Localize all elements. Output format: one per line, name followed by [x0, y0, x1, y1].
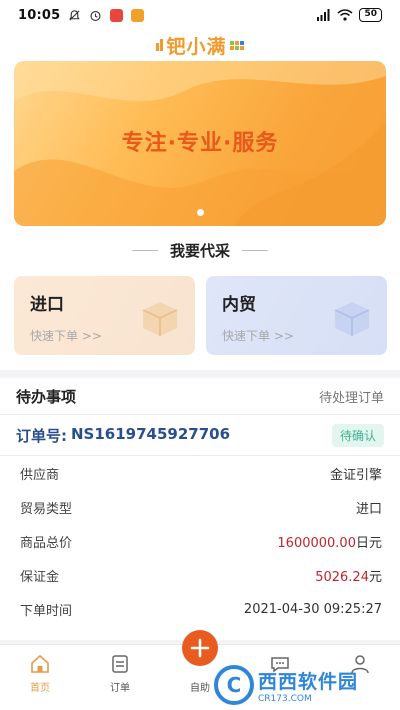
logo-dots-icon	[229, 40, 244, 50]
logo-text: 钯小满	[166, 35, 227, 58]
tab-self-service-label: 自助	[190, 683, 210, 694]
orders-icon	[112, 655, 128, 673]
add-order-button[interactable]	[182, 630, 218, 666]
todo-title: 待办事项	[16, 387, 77, 406]
carousel-indicator-dot[interactable]	[197, 209, 204, 216]
app-notification-icon	[110, 8, 124, 22]
home-icon	[31, 654, 49, 673]
logo-bars-icon	[156, 39, 164, 51]
status-badge: 待确认	[331, 423, 384, 447]
battery-indicator: 50	[359, 8, 382, 22]
todo-header: 待办事项 待处理订单	[0, 378, 400, 414]
total-price-value: 1600000.00日元	[277, 532, 382, 551]
package-box-icon	[142, 302, 178, 336]
supplier-label: 供应商	[20, 467, 60, 483]
detail-row-trade-type: 贸易类型 进口	[0, 490, 400, 524]
app-logo: 钯小满	[156, 32, 244, 59]
tab-home[interactable]: 首页	[0, 645, 80, 710]
detail-row-deposit: 保证金 5026.24元	[0, 558, 400, 592]
order-header[interactable]: 订单号: NS1619745927706 待确认	[0, 414, 400, 456]
mute-bell-icon	[69, 9, 81, 21]
tab-orders[interactable]: 订单	[80, 645, 160, 710]
deposit-label: 保证金	[20, 569, 60, 585]
banner-section: 专注·专业·服务	[0, 60, 400, 232]
site-watermark: C 西西软件园 CR173.COM	[214, 663, 400, 707]
alarm-clock-icon	[90, 10, 101, 21]
order-number-row: 订单号: NS1619745927706	[16, 425, 230, 446]
total-price-label: 商品总价	[20, 535, 73, 551]
heading-divider-right	[242, 250, 268, 251]
app-header: 钯小满	[0, 30, 400, 60]
todo-section: 待办事项 待处理订单 订单号: NS1619745927706 待确认 供应商 …	[0, 378, 400, 640]
package-box-icon	[334, 302, 370, 336]
detail-row-supplier: 供应商 金证引擎	[0, 456, 400, 490]
purchase-title: 我要代采	[169, 242, 230, 260]
trade-type-label: 贸易类型	[20, 501, 73, 517]
order-number: NS1619745927706	[71, 424, 231, 443]
detail-row-total-price: 商品总价 1600000.00日元	[0, 524, 400, 558]
supplier-value: 金证引擎	[329, 467, 382, 483]
watermark-subtext: CR173.COM	[258, 693, 312, 704]
total-price-unit: 日元	[355, 535, 382, 551]
deposit-value: 5026.24元	[315, 566, 382, 585]
pending-orders-link[interactable]: 待处理订单	[319, 387, 384, 406]
app-notification-icon-2	[131, 8, 145, 22]
import-card[interactable]: 进口 快速下单 >>	[14, 276, 195, 355]
detail-row-order-time: 下单时间 2021-04-30 09:25:27	[0, 592, 400, 626]
order-number-label: 订单号:	[16, 426, 67, 445]
heading-divider-left	[131, 250, 158, 251]
trade-type-value: 进口	[355, 501, 382, 517]
tab-home-label: 首页	[30, 683, 50, 694]
wifi-icon	[337, 9, 353, 21]
banner-slogan: 专注·专业·服务	[121, 131, 279, 156]
app-screen: 10:05 50 钯小满 专注·专业·服务 我要代采 进口 快速下单 >> 内贸…	[0, 0, 400, 710]
tab-orders-label: 订单	[110, 683, 130, 694]
status-bar: 10:05 50	[0, 0, 400, 30]
section-heading: 我要代采	[0, 240, 400, 261]
cellular-signal-icon	[317, 9, 330, 21]
deposit-unit: 元	[368, 569, 382, 585]
domestic-card[interactable]: 内贸 快速下单 >>	[206, 276, 387, 355]
total-price-amount: 1600000.00	[277, 535, 356, 551]
order-time-label: 下单时间	[20, 603, 73, 619]
purchase-section: 我要代采 进口 快速下单 >> 内贸 快速下单 >>	[0, 232, 400, 370]
watermark-logo: C	[214, 665, 254, 705]
status-time: 10:05	[18, 7, 61, 23]
order-time-value: 2021-04-30 09:25:27	[243, 601, 382, 617]
watermark-text: 西西软件园	[258, 670, 359, 693]
promo-banner[interactable]: 专注·专业·服务	[14, 61, 386, 226]
deposit-amount: 5026.24	[315, 569, 369, 585]
plus-icon	[190, 638, 210, 658]
